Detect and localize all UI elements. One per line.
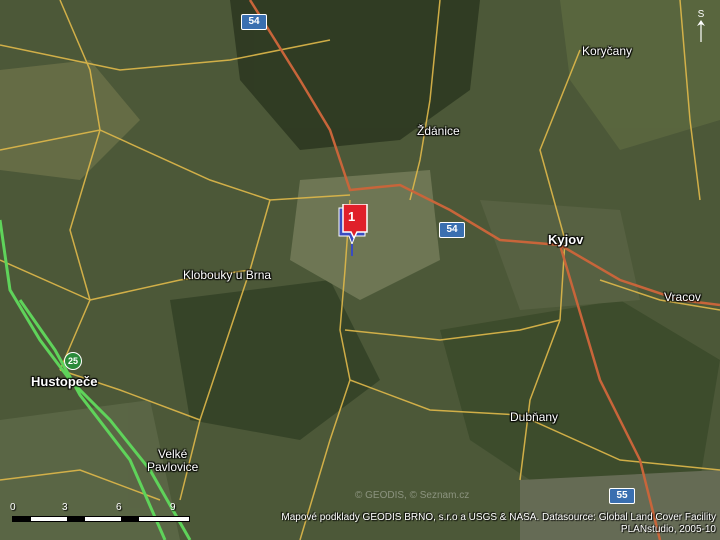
map-attribution: Mapové podklady GEODIS BRNO, s.r.o a USG… [281,512,716,536]
place-label[interactable]: Kyjov [548,232,583,247]
scale-segment [67,517,85,521]
road-shield: 54 [241,14,267,30]
place-label[interactable]: Velké Pavlovice [147,448,198,474]
north-arrow-icon [697,20,705,42]
place-label[interactable]: Ždánice [417,124,460,138]
scale-tick: 9 [170,502,176,513]
attribution-line: Mapové podklady GEODIS BRNO, s.r.o a USG… [281,512,716,523]
map-canvas[interactable]: 54 54 55 25 Koryčany Ždánice Kyjov Klobo… [0,0,720,540]
scale-segment [13,517,31,521]
scale-tick: 3 [62,502,68,513]
satellite-map-background [0,0,720,540]
scale-tick: 0 [10,502,16,513]
north-arrow: S [696,10,706,45]
attribution-line: PLANstudio, 2005-10 [620,524,716,535]
place-label[interactable]: Hustopeče [31,374,97,389]
place-label[interactable]: Dubňany [510,410,558,424]
scale-tick: 6 [116,502,122,513]
road-shield: 54 [439,222,465,238]
place-label[interactable]: Koryčany [582,44,632,58]
scale-bar-line [12,516,190,522]
scale-bar: 0 3 6 9 [6,502,196,528]
place-label[interactable]: Klobouky u Brna [183,268,271,282]
north-label: S [697,9,705,20]
motorway-shield: 25 [64,352,82,370]
marker-number: 1 [348,209,356,224]
location-marker[interactable]: 1 [335,203,371,258]
scale-segment [121,517,139,521]
road-shield: 55 [609,488,635,504]
watermark-text: © GEODIS, © Seznam.cz [355,490,470,501]
place-label[interactable]: Vracov [664,290,701,304]
